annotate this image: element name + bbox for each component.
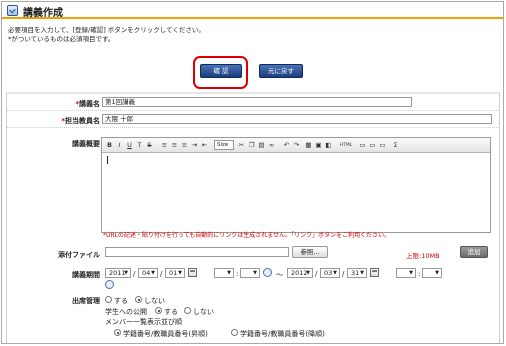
visibility-yes-radio[interactable] — [155, 307, 162, 314]
end-minute-select[interactable]: ▼ — [422, 268, 442, 278]
window: 講義作成 必要項目を入力して、[登録/確認] ボタンをクリックしてください。 *… — [1, 1, 504, 344]
file-size-limit: 上限:10MB — [406, 252, 440, 260]
end-hour-select[interactable]: ▼ — [396, 268, 416, 278]
editor-toolbar: B I U T S ≡ ≡ ≡ ⇥ ⇤ Size ✂ ❐ ▤ ∞ ↶ ↷ ▦ ▣… — [102, 138, 490, 153]
start-day-select[interactable]: 01 ▼ — [165, 268, 185, 278]
instruction-line: *がついているものは必須項目です。 — [8, 35, 115, 43]
copy-icon[interactable]: ❐ — [247, 141, 256, 150]
attendance-label: 出席管理 — [72, 297, 100, 305]
clock-icon[interactable] — [105, 280, 114, 289]
member-order-label: メンバー一覧表示並び順 — [105, 318, 182, 326]
html-button[interactable]: HTML — [338, 141, 354, 150]
undo-icon[interactable]: ↶ — [282, 141, 291, 150]
teacher-input[interactable]: 大隈 十郎 — [102, 114, 492, 124]
layer3-icon[interactable]: ▭ — [378, 141, 387, 150]
start-year-select[interactable]: 2011 ▼ — [105, 268, 131, 278]
layer-icon[interactable]: ▭ — [358, 141, 367, 150]
clock-icon[interactable] — [263, 268, 272, 277]
check-icon — [7, 5, 18, 16]
row-teacher: *担当教員名 大隈 十郎 — [7, 111, 499, 128]
back-button[interactable]: 元に戻す — [259, 64, 303, 78]
font-color-icon[interactable]: T — [135, 141, 144, 150]
link-warning: *URLの記述・貼り付けを行っても自動的にリンクは生成されません。「リンク」ボタ… — [103, 232, 391, 239]
attendance-yes-radio[interactable] — [105, 296, 112, 303]
align-left-icon[interactable]: ≡ — [160, 141, 169, 150]
student-visibility-label: 学生への公開 — [105, 308, 147, 316]
end-month-select[interactable]: 03 ▼ — [320, 268, 340, 278]
add-file-button[interactable]: 追加 — [460, 246, 488, 258]
end-day-select[interactable]: 31 ▼ — [347, 268, 367, 278]
end-year-select[interactable]: 2012 ▼ — [287, 268, 313, 278]
range-tilde: 〜 — [276, 271, 283, 279]
table-icon[interactable]: ▦ — [304, 141, 313, 150]
page-title: 講義作成 — [23, 8, 63, 19]
period-label: 講義期間 — [72, 271, 100, 279]
indent-icon[interactable]: ⇥ — [190, 141, 199, 150]
sigma-icon[interactable]: Σ — [391, 141, 400, 150]
instruction-line: 必要項目を入力して、[登録/確認] ボタンをクリックしてください。 — [8, 26, 205, 34]
title-bar: 講義作成 — [2, 2, 503, 19]
visibility-no-radio[interactable] — [184, 307, 191, 314]
start-minute-select[interactable]: ▼ — [240, 268, 260, 278]
paste-icon[interactable]: ▤ — [257, 141, 266, 150]
italic-icon[interactable]: I — [115, 141, 124, 150]
calendar-icon[interactable] — [188, 268, 197, 277]
start-month-select[interactable]: 04 ▼ — [138, 268, 158, 278]
font-size-select[interactable]: Size — [214, 140, 234, 150]
overview-label: 講義概要 — [72, 140, 100, 148]
redo-icon[interactable]: ↷ — [292, 141, 301, 150]
strike-icon[interactable]: S — [145, 141, 154, 150]
browse-button[interactable]: 参照... — [292, 246, 328, 258]
start-hour-select[interactable]: ▼ — [214, 268, 234, 278]
calendar-icon[interactable] — [370, 268, 379, 277]
align-center-icon[interactable]: ≡ — [170, 141, 179, 150]
image-icon[interactable]: ▣ — [314, 141, 323, 150]
teacher-label: 担当教員名 — [65, 117, 100, 125]
underline-icon[interactable]: U — [125, 141, 134, 150]
layer2-icon[interactable]: ▭ — [368, 141, 377, 150]
media-icon[interactable]: ◧ — [324, 141, 333, 150]
cut-icon[interactable]: ✂ — [237, 141, 246, 150]
attendance-no-radio[interactable] — [135, 296, 142, 303]
lecture-name-label: 講義名 — [79, 100, 100, 108]
link-icon[interactable]: ∞ — [267, 141, 276, 150]
outdent-icon[interactable]: ⇤ — [200, 141, 209, 150]
align-right-icon[interactable]: ≡ — [180, 141, 189, 150]
lecture-name-input[interactable]: 第1回講義 — [102, 97, 412, 107]
overview-editor[interactable]: B I U T S ≡ ≡ ≡ ⇥ ⇤ Size ✂ ❐ ▤ ∞ ↶ ↷ ▦ ▣… — [101, 137, 491, 233]
bold-icon[interactable]: B — [105, 141, 114, 150]
attachment-path-input[interactable] — [105, 247, 289, 257]
text-caret — [107, 156, 108, 164]
sort-asc-radio[interactable] — [114, 329, 121, 336]
sort-desc-radio[interactable] — [231, 329, 238, 336]
attachment-label: 添付ファイル — [58, 251, 100, 259]
instructions: 必要項目を入力して、[登録/確認] ボタンをクリックしてください。 *がついてい… — [8, 26, 205, 44]
confirm-button[interactable]: 確 認 — [200, 64, 242, 78]
row-lecture-name: *講義名 第1回講義 — [7, 94, 499, 111]
